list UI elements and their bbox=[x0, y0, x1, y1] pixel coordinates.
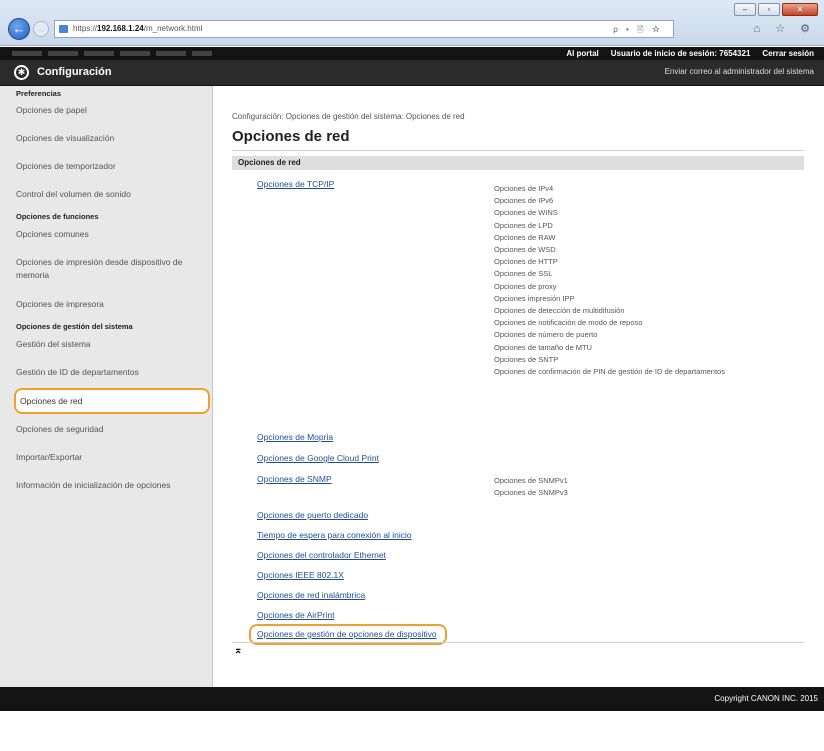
sidebar: Preferencias Opciones de papel Opciones … bbox=[0, 86, 213, 687]
link-dedicated-port[interactable]: Opciones de puerto dedicado bbox=[257, 510, 368, 520]
sidebar-section-management: Opciones de gestión del sistema bbox=[16, 322, 133, 331]
link-startup-wait[interactable]: Tiempo de espera para conexión al inicio bbox=[257, 530, 412, 540]
link-tcpip[interactable]: Opciones de TCP/IP bbox=[257, 179, 334, 189]
address-bar[interactable]: https://192.168.1.24/m_network.html ρ • … bbox=[54, 20, 674, 38]
tcpip-sub-item: Opciones de SSL bbox=[494, 269, 553, 279]
sidebar-item-volume[interactable]: Control del volumen de sonido bbox=[16, 188, 206, 201]
main-content: Configuración: Opciones de gestión del s… bbox=[214, 86, 824, 687]
tcpip-sub-item: Opciones de RAW bbox=[494, 232, 556, 242]
sidebar-item-system-management[interactable]: Gestión del sistema bbox=[16, 338, 206, 351]
link-google-cloud-print[interactable]: Opciones de Google Cloud Print bbox=[257, 453, 379, 463]
close-button[interactable]: ✕ bbox=[782, 3, 818, 16]
logout-link[interactable]: Cerrar sesión bbox=[762, 47, 814, 60]
sidebar-item-initialization[interactable]: Información de inicialización de opcione… bbox=[16, 479, 206, 492]
email-admin-link[interactable]: Enviar correo al administrador del siste… bbox=[665, 67, 814, 76]
sidebar-item-printer[interactable]: Opciones de impresora bbox=[16, 298, 206, 311]
configuration-bar: ✱ Configuración Enviar correo al adminis… bbox=[0, 60, 824, 86]
sidebar-item-timer[interactable]: Opciones de temporizador bbox=[16, 160, 206, 173]
portal-link[interactable]: Al portal bbox=[566, 47, 598, 60]
url-prefix: https:// bbox=[73, 24, 98, 33]
bottom-divider bbox=[232, 642, 804, 643]
forward-arrow-icon[interactable]: → bbox=[33, 21, 49, 37]
tcpip-sub-item: Opciones de IPv4 bbox=[494, 184, 554, 193]
minimize-button[interactable]: – bbox=[734, 3, 756, 16]
breadcrumb: Configuración: Opciones de gestión del s… bbox=[232, 112, 465, 121]
sidebar-item-paper[interactable]: Opciones de papel bbox=[16, 104, 206, 117]
footer: Copyright CANON INC. 2015 bbox=[0, 687, 824, 711]
gear-icon: ✱ bbox=[14, 65, 29, 80]
tcpip-sub-item: Opciones de WINS bbox=[494, 208, 558, 218]
sidebar-item-common[interactable]: Opciones comunes bbox=[16, 228, 206, 241]
section-header: Opciones de red bbox=[232, 156, 804, 170]
sidebar-item-import-export[interactable]: Importar/Exportar bbox=[16, 451, 206, 464]
sidebar-item-department-id[interactable]: Gestión de ID de departamentos bbox=[16, 366, 206, 379]
tcpip-sub-item: Opciones de notificación de modo de repo… bbox=[494, 318, 643, 328]
page-favicon-icon bbox=[59, 25, 68, 33]
link-ethernet-driver[interactable]: Opciones del controlador Ethernet bbox=[257, 550, 386, 560]
sidebar-section-preferences: Preferencias bbox=[16, 89, 62, 98]
tcpip-sub-item: Opciones de IPv6 bbox=[494, 196, 554, 206]
sub-snmpv1: Opciones de SNMPv1 bbox=[494, 476, 568, 485]
link-wireless[interactable]: Opciones de red inalámbrica bbox=[257, 590, 365, 600]
link-airprint[interactable]: Opciones de AirPrint bbox=[257, 610, 334, 620]
sidebar-item-security[interactable]: Opciones de seguridad bbox=[16, 423, 206, 436]
link-snmp[interactable]: Opciones de SNMP bbox=[257, 474, 332, 484]
configuration-title: Configuración bbox=[37, 66, 112, 78]
tcpip-sub-item: Opciones impresión IPP bbox=[494, 293, 575, 303]
browser-chrome: – ▫ ✕ ← → https://192.168.1.24/m_network… bbox=[0, 0, 824, 46]
sub-snmpv3: Opciones de SNMPv3 bbox=[494, 488, 568, 497]
login-user-info: Usuario de inicio de sesión: 7654321 bbox=[611, 47, 751, 60]
sidebar-item-memory-print[interactable]: Opciones de impresión desde dispositivo … bbox=[16, 256, 206, 282]
tcpip-sub-item: Opciones de LPD bbox=[494, 220, 553, 230]
window-controls: – ▫ ✕ bbox=[734, 3, 818, 16]
sidebar-item-network[interactable]: Opciones de red bbox=[14, 388, 210, 414]
title-divider bbox=[232, 150, 804, 151]
top-header: Al portal Usuario de inicio de sesión: 7… bbox=[0, 47, 824, 60]
url-path: /m_network.html bbox=[143, 24, 203, 33]
tcpip-sub-item: Opciones de HTTP bbox=[494, 257, 558, 267]
toolbar-icons[interactable]: ⌂ ☆ ⚙ bbox=[754, 22, 816, 35]
device-name-blurred bbox=[12, 51, 212, 56]
url-host: 192.168.1.24 bbox=[97, 24, 144, 33]
tcpip-sub-item: Opciones de confirmación de PIN de gesti… bbox=[494, 367, 725, 376]
sidebar-item-display[interactable]: Opciones de visualización bbox=[16, 132, 206, 145]
tcpip-sub-item: Opciones de número de puerto bbox=[494, 330, 598, 340]
address-tools[interactable]: ρ • 🖹 ☆ bbox=[613, 22, 663, 38]
sidebar-section-functions: Opciones de funciones bbox=[16, 212, 99, 221]
login-user-id: 7654321 bbox=[719, 49, 751, 58]
tcpip-sub-item: Opciones de SNTP bbox=[494, 354, 559, 364]
tcpip-sub-item: Opciones de proxy bbox=[494, 281, 557, 291]
copyright: Copyright CANON INC. 2015 bbox=[714, 694, 818, 703]
link-ieee8021x[interactable]: Opciones IEEE 802.1X bbox=[257, 570, 344, 580]
tcpip-sub-item: Opciones de detección de multidifusión bbox=[494, 306, 625, 315]
login-user-label: Usuario de inicio de sesión: bbox=[610, 49, 718, 58]
tcpip-sub-item: Opciones de tamaño de MTU bbox=[494, 342, 592, 352]
back-to-top-icon[interactable]: ⌅ bbox=[234, 645, 242, 656]
page-title: Opciones de red bbox=[232, 128, 350, 145]
maximize-button[interactable]: ▫ bbox=[758, 3, 780, 16]
link-mopria[interactable]: Opciones de Mopria bbox=[257, 432, 333, 442]
back-arrow-icon[interactable]: ← bbox=[8, 18, 30, 40]
tcpip-sub-item: Opciones de WSD bbox=[494, 245, 556, 254]
